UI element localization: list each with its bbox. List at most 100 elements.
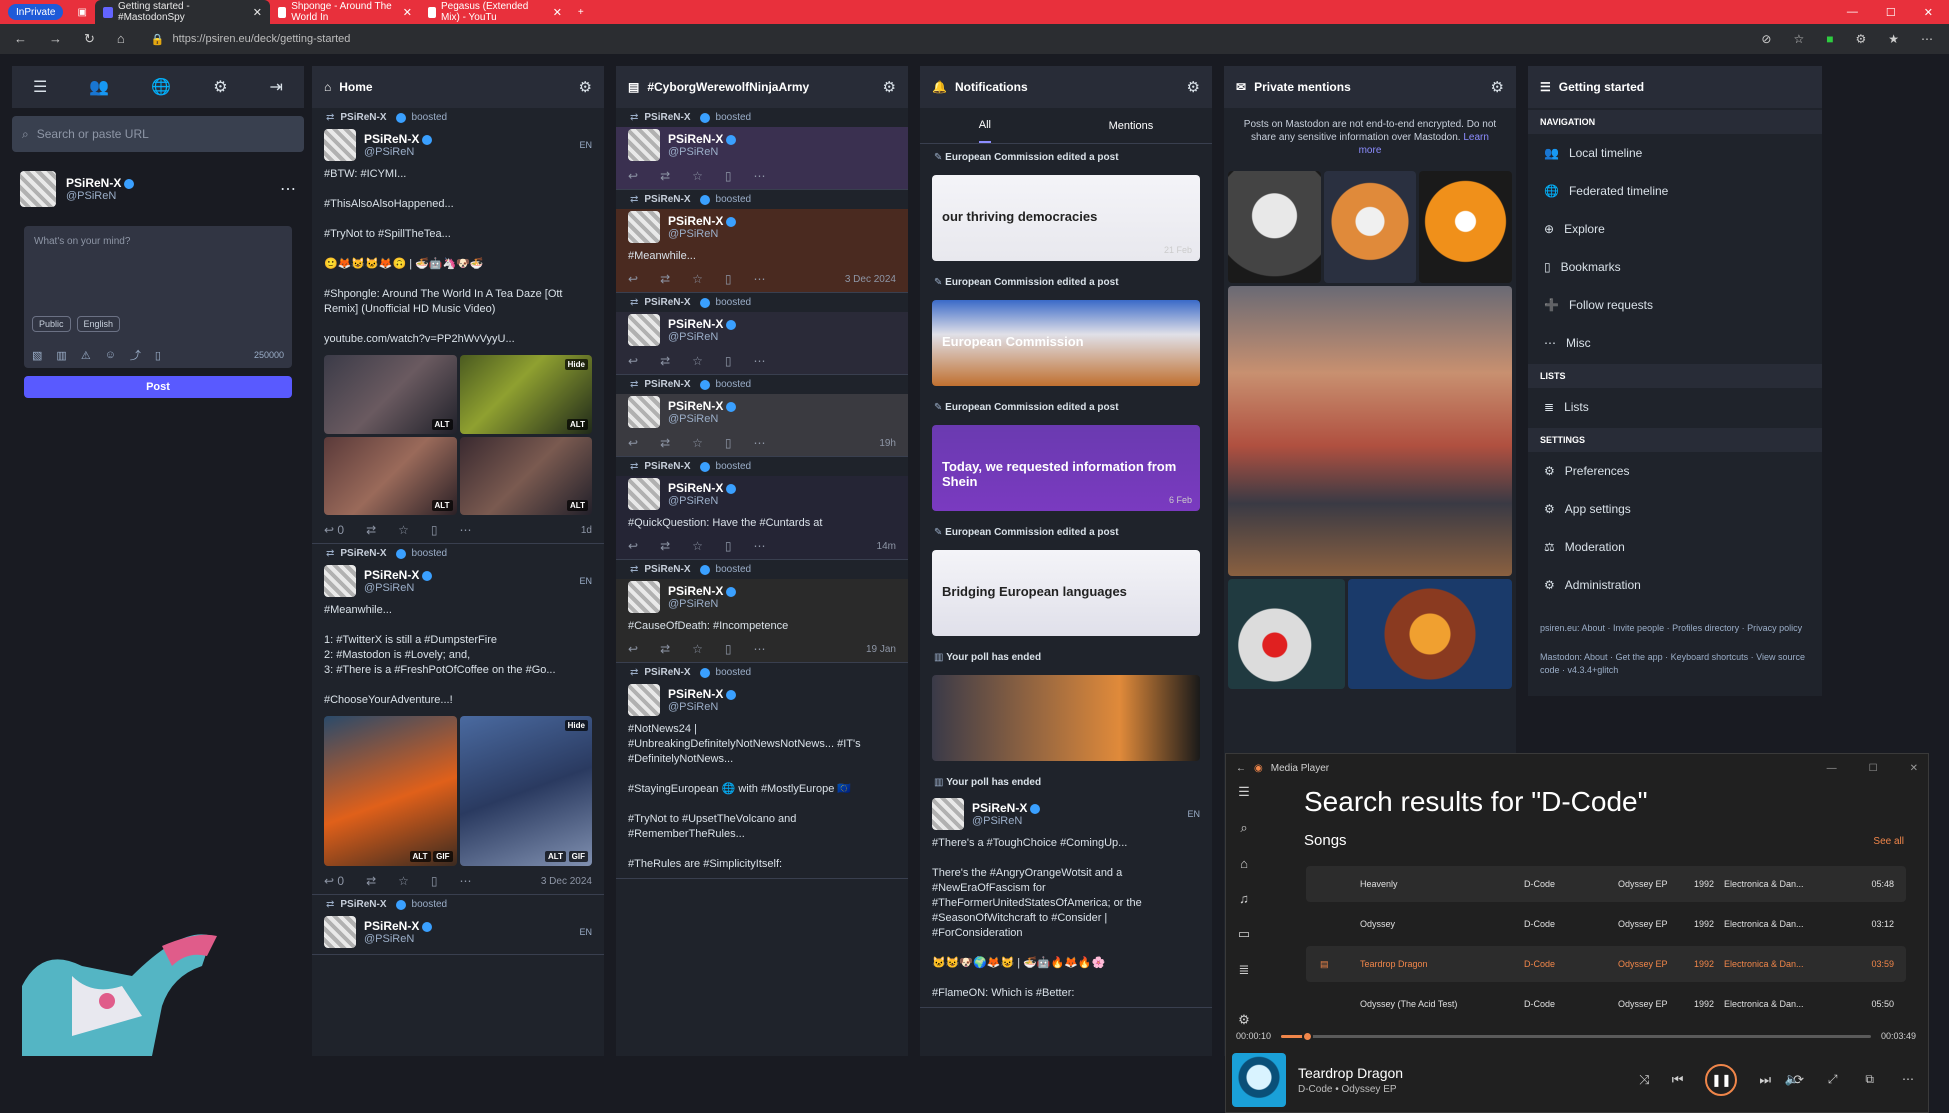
media-thumbnail[interactable]: ALT: [324, 436, 457, 515]
menu-item-preferences[interactable]: ⚙ Preferences: [1528, 452, 1822, 490]
display-name[interactable]: PSiReN-X: [668, 687, 723, 701]
bookmark-icon[interactable]: ▯: [725, 169, 732, 183]
back-icon[interactable]: ←: [14, 31, 27, 47]
media-thumbnail[interactable]: ALT GIF: [324, 716, 457, 866]
hamburger-icon[interactable]: ☰: [33, 77, 47, 97]
display-name[interactable]: PSiReN-X: [668, 214, 723, 228]
tab-mentions[interactable]: Mentions: [1109, 120, 1154, 132]
inprivate-badge[interactable]: InPrivate: [8, 4, 64, 20]
reply-icon[interactable]: ↩: [628, 272, 638, 286]
content-warning-icon[interactable]: ⚠: [81, 349, 91, 362]
avatar[interactable]: [324, 129, 356, 161]
mastodon-footer[interactable]: Mastodon: About · Get the app · Keyboard…: [1528, 643, 1822, 685]
bookmark-icon[interactable]: ▯: [725, 354, 732, 368]
search-input[interactable]: ⌕ Search or paste URL: [12, 116, 304, 152]
more-icon[interactable]: ⋯: [1902, 1072, 1914, 1087]
song-row[interactable]: Heavenly D-Code Odyssey EP 1992 Electronica …: [1306, 866, 1906, 902]
bookmark-icon[interactable]: ▯: [155, 349, 161, 362]
close-tab-icon[interactable]: ✕: [403, 6, 412, 19]
status-date[interactable]: 1d: [581, 525, 592, 536]
song-row[interactable]: Odyssey (The Acid Test) D-Code Odyssey EP 1…: [1306, 986, 1906, 1022]
display-name[interactable]: PSiReN-X: [364, 919, 419, 933]
seek-track[interactable]: [1281, 1030, 1871, 1042]
avatar[interactable]: [628, 314, 660, 346]
forward-icon[interactable]: →: [49, 31, 62, 47]
more-icon[interactable]: ⋯: [460, 874, 472, 888]
media-thumbnail[interactable]: Hide ALT: [459, 355, 592, 434]
hide-media-button[interactable]: Hide: [564, 720, 588, 731]
more-icon[interactable]: ⋯: [754, 539, 766, 553]
avatar[interactable]: [628, 211, 660, 243]
media-gallery[interactable]: [1228, 171, 1512, 283]
seek-bar[interactable]: 00:00:10 00:03:49: [1236, 1028, 1916, 1044]
column-header[interactable]: ✉ Private mentions ⚙: [1224, 66, 1516, 108]
notification-preview[interactable]: Today, we requested information from She…: [932, 425, 1200, 511]
bookmark-icon[interactable]: ▯: [431, 874, 438, 888]
media-thumbnail[interactable]: [1228, 286, 1512, 576]
menu-item-federated-timeline[interactable]: 🌐 Federated timeline: [1528, 172, 1822, 210]
tab-getting-started[interactable]: Getting started - #MastodonSpy ✕: [94, 0, 270, 24]
status[interactable]: PSiReN-X @PSiReN EN #BTW: #ICYMI... #This…: [312, 127, 604, 544]
shuffle-icon[interactable]: ⤨: [1639, 1072, 1649, 1088]
status-date[interactable]: 14m: [877, 541, 896, 552]
status-date[interactable]: 3 Dec 2024: [541, 876, 592, 887]
favorite-star-icon[interactable]: ☆: [1793, 32, 1804, 46]
now-playing-subtitle[interactable]: D-Code • Odyssey EP: [1298, 1084, 1403, 1095]
status-date[interactable]: 19h: [879, 438, 896, 449]
avatar[interactable]: [628, 581, 660, 613]
alt-badge[interactable]: ALT: [431, 418, 453, 430]
booster-name[interactable]: PSiReN-X: [340, 548, 386, 559]
alt-badge[interactable]: ALT: [545, 851, 566, 862]
notification[interactable]: ✎ European Commission edited a post Bridg…: [920, 519, 1212, 636]
display-name[interactable]: PSiReN-X: [668, 317, 723, 331]
notification-preview[interactable]: Bridging European languages: [932, 550, 1200, 636]
avatar[interactable]: [628, 396, 660, 428]
more-icon[interactable]: ⋯: [754, 272, 766, 286]
column-header[interactable]: ☰ Getting started: [1528, 66, 1822, 108]
globe-icon[interactable]: 🌐: [151, 77, 171, 97]
favourite-star-icon[interactable]: ☆: [398, 523, 409, 537]
song-row[interactable]: ▤ Teardrop Dragon D-Code Odyssey EP 1992 Elec…: [1306, 946, 1906, 982]
more-icon[interactable]: ⋯: [754, 169, 766, 183]
home-icon[interactable]: ⌂: [117, 31, 125, 47]
menu-item-administration[interactable]: ⚙ Administration: [1528, 566, 1822, 604]
menu-item-follow-requests[interactable]: ➕ Follow requests: [1528, 286, 1822, 324]
close-window-icon[interactable]: ✕: [1924, 6, 1933, 19]
boost-icon[interactable]: ⇄: [660, 539, 670, 553]
menu-item-explore[interactable]: ⊕ Explore: [1528, 210, 1822, 248]
tab-actions-icon[interactable]: ▣: [69, 0, 94, 24]
media-thumbnail[interactable]: [1228, 579, 1346, 689]
avatar[interactable]: [20, 171, 56, 207]
menu-item-app-settings[interactable]: ⚙ App settings: [1528, 490, 1822, 528]
avatar[interactable]: [932, 798, 964, 830]
compose-textarea[interactable]: What's on your mind?: [24, 226, 292, 306]
boost-icon[interactable]: ⇄: [660, 642, 670, 656]
favourite-star-icon[interactable]: ☆: [692, 354, 703, 368]
reply-icon[interactable]: ↩: [628, 642, 638, 656]
menu-item-misc[interactable]: ⋯ Misc: [1528, 324, 1822, 362]
boost-icon[interactable]: ⇄: [660, 354, 670, 368]
booster-name[interactable]: PSiReN-X: [644, 667, 690, 678]
notification[interactable]: ▥ Your poll has ended: [920, 644, 1212, 761]
home-icon[interactable]: ⌂: [1240, 856, 1248, 871]
minimize-icon[interactable]: —: [1827, 763, 1837, 774]
video-icon[interactable]: ▭: [1238, 926, 1250, 942]
reply-icon[interactable]: ↩: [628, 169, 638, 183]
status[interactable]: ⇄ PSiReN-X boosted PSiReN-X @PSiReN ↩ ⇄ ☆ ▯ ⋯: [616, 108, 908, 190]
favourite-star-icon[interactable]: ☆: [692, 436, 703, 450]
booster-name[interactable]: PSiReN-X: [644, 194, 690, 205]
avatar[interactable]: [324, 565, 356, 597]
see-all-link[interactable]: See all: [1873, 836, 1904, 847]
music-icon[interactable]: ♫: [1239, 891, 1249, 906]
display-name[interactable]: PSiReN-X: [668, 481, 723, 495]
notification[interactable]: ▥ Your poll has ended: [920, 769, 1212, 796]
tab-shpongle[interactable]: Shponge - Around The World In ✕: [270, 0, 420, 24]
reply-icon[interactable]: ↩: [628, 436, 638, 450]
favourite-star-icon[interactable]: ☆: [692, 642, 703, 656]
seek-knob[interactable]: [1302, 1030, 1313, 1042]
bookmark-icon[interactable]: ▯: [725, 272, 732, 286]
menu-item-bookmarks[interactable]: ▯ Bookmarks: [1528, 248, 1822, 286]
instance-footer[interactable]: psiren.eu: About · Invite people · Profi…: [1528, 614, 1822, 643]
status-date[interactable]: 3 Dec 2024: [845, 274, 896, 285]
search-icon[interactable]: ⌕: [1240, 820, 1247, 836]
